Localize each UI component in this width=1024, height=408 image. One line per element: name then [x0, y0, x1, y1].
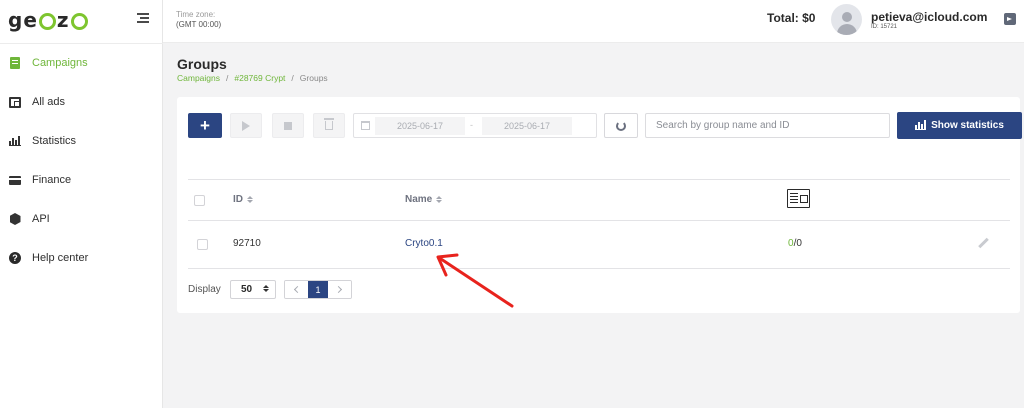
sidebar-item-label: Help center: [32, 252, 89, 264]
bar-chart-icon: [9, 135, 21, 147]
top-header: Time zone: (GMT 00:00) Total: $0 petieva…: [163, 0, 1024, 43]
add-group-button[interactable]: +: [188, 113, 222, 138]
ads-icon: [9, 96, 21, 108]
column-header-name[interactable]: Name: [405, 194, 443, 205]
menu-toggle-icon[interactable]: [137, 13, 149, 24]
stop-button[interactable]: [272, 113, 304, 138]
sort-icon: [247, 196, 253, 203]
show-statistics-button[interactable]: Show statistics: [897, 112, 1022, 139]
credit-card-icon: [9, 174, 22, 186]
sidebar: ge z Campaigns All ads Statistics Finance…: [0, 0, 163, 408]
page-button-current[interactable]: 1: [308, 281, 328, 298]
breadcrumb-separator: /: [291, 73, 294, 83]
table-top-border: [188, 179, 1010, 180]
select-arrows-icon: [263, 285, 269, 292]
sidebar-item-label: Statistics: [32, 135, 77, 147]
sidebar-item-campaigns[interactable]: Campaigns: [0, 51, 162, 75]
page-size-select[interactable]: 50: [230, 280, 276, 299]
sidebar-item-statistics[interactable]: Statistics: [0, 129, 162, 153]
help-icon: ?: [9, 252, 21, 264]
play-button[interactable]: [230, 113, 262, 138]
avatar[interactable]: [831, 4, 862, 35]
sidebar-item-all-ads[interactable]: All ads: [0, 90, 162, 114]
balance-total: Total: $0: [767, 11, 816, 25]
sidebar-item-label: API: [32, 213, 50, 225]
user-email[interactable]: petieva@icloud.com: [871, 10, 987, 24]
breadcrumb-campaign[interactable]: #28769 Crypt: [234, 73, 285, 83]
calendar-icon: [361, 121, 370, 130]
table-header-border: [188, 220, 1010, 221]
stop-icon: [284, 121, 292, 130]
refresh-button[interactable]: [604, 113, 638, 138]
column-header-id[interactable]: ID: [233, 194, 253, 205]
trash-icon: [324, 118, 334, 130]
sidebar-item-finance[interactable]: Finance: [0, 168, 162, 192]
table-bottom-border: [188, 268, 1010, 269]
refresh-icon: [616, 120, 626, 131]
row-checkbox[interactable]: [197, 239, 208, 250]
date-from-field[interactable]: 2025-06-17: [375, 117, 465, 135]
geozo-logo[interactable]: ge z: [8, 7, 89, 33]
api-hexagon-icon: [9, 213, 21, 225]
row-id: 92710: [233, 238, 261, 249]
date-to-field[interactable]: 2025-06-17: [482, 117, 572, 135]
timezone-label: Time zone:: [176, 10, 216, 19]
edit-pencil-icon[interactable]: [978, 238, 989, 249]
row-stat: 0/0: [788, 238, 802, 249]
prev-page-button[interactable]: [285, 281, 308, 298]
logout-icon[interactable]: [1004, 13, 1016, 25]
campaigns-sheet-icon: [9, 57, 21, 69]
sidebar-item-label: Finance: [32, 174, 72, 186]
user-id: ID: 15721: [871, 24, 898, 30]
play-icon: [242, 120, 250, 131]
search-input[interactable]: [645, 113, 890, 138]
show-statistics-label: Show statistics: [931, 120, 1004, 131]
sidebar-item-api[interactable]: API: [0, 207, 162, 231]
breadcrumb-campaigns[interactable]: Campaigns: [177, 73, 220, 83]
breadcrumb-groups: Groups: [299, 73, 328, 83]
sort-icon: [436, 196, 443, 203]
timezone-value: (GMT 00:00): [176, 20, 222, 29]
sidebar-item-label: Campaigns: [32, 57, 88, 69]
display-label: Display: [188, 284, 221, 295]
select-all-checkbox[interactable]: [194, 195, 205, 206]
row-name-link[interactable]: Cryto0.1: [405, 238, 443, 249]
chevron-left-icon: [293, 285, 302, 294]
sidebar-item-help-center[interactable]: ? Help center: [0, 246, 162, 270]
date-range-picker[interactable]: 2025-06-17 - 2025-06-17: [353, 113, 597, 138]
bar-chart-icon: [915, 120, 927, 130]
pagination: 1: [284, 280, 352, 299]
next-page-button[interactable]: [328, 281, 351, 298]
newspaper-icon: [787, 189, 810, 208]
breadcrumb-separator: /: [226, 73, 229, 83]
chevron-right-icon: [334, 285, 343, 294]
page-title: Groups: [177, 56, 227, 72]
date-separator: -: [470, 120, 473, 130]
breadcrumb: Campaigns / #28769 Crypt / Groups: [177, 73, 328, 83]
delete-button[interactable]: [313, 113, 345, 138]
sidebar-item-label: All ads: [32, 96, 66, 108]
